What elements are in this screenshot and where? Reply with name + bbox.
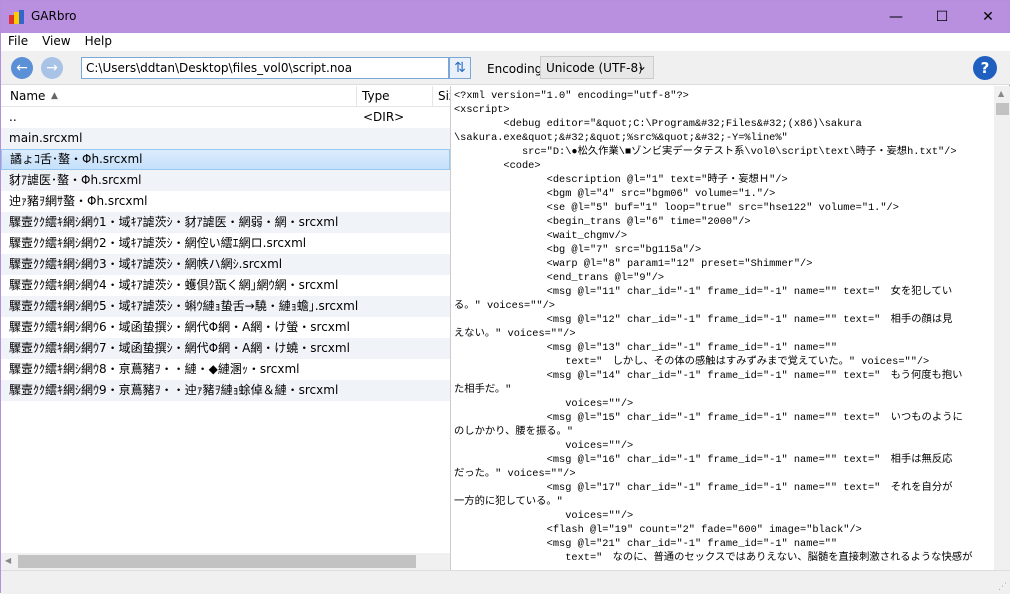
menu-file[interactable]: File: [1, 33, 35, 49]
code-line: <msg @l="15" char_id="-1" frame_id="-1" …: [454, 412, 963, 424]
file-name: 豺ｱ謔医･螯・Φh.srcxml: [9, 173, 142, 187]
scroll-left-icon[interactable]: ◀: [5, 556, 11, 565]
column-size[interactable]: Siz: [438, 89, 450, 103]
scrollbar-thumb[interactable]: [996, 103, 1009, 115]
file-row[interactable]: .. <DIR>: [1, 107, 450, 128]
menu-view[interactable]: View: [35, 33, 77, 49]
app-icon: [9, 10, 24, 24]
code-line: <end_trans @l="9"/>: [454, 272, 665, 284]
menu-bar: File View Help: [1, 33, 1010, 51]
code-line: <bg @l="7" src="bg115a"/>: [454, 244, 702, 256]
file-row[interactable]: 驟壼ｸｸ繧ｷ網ｼ網ｳ8・亰蔦豬ｦ・・縺・◆縺溷ｯ・srcxml: [1, 359, 450, 380]
file-row[interactable]: 豺ｱ謔医･螯・Φh.srcxml: [1, 170, 450, 191]
code-line: src="D:\●松久作業\■ゾンビ実データテスト系\vol0\script\t…: [454, 146, 957, 158]
file-row[interactable]: 譎ょｺ舌･螯・Φh.srcxml: [1, 149, 450, 170]
code-line: text=" しかし、その体の感触はすみずみまで覚えていた。" voices="…: [454, 356, 930, 368]
code-line: <msg @l="16" char_id="-1" frame_id="-1" …: [454, 454, 953, 466]
code-line: えない。" voices=""/>: [454, 328, 576, 340]
file-name: 驟壼ｸｸ繧ｷ網ｼ網ｳ7・域函蛰撰ｼ・網代Φ網・A網・け蟯・srcxml: [9, 341, 350, 355]
code-line: のしかかり、腰を振る。": [454, 426, 574, 438]
file-name: ..: [9, 110, 17, 124]
file-name: 驟壼ｸｸ繧ｷ網ｼ網ｳ8・亰蔦豬ｦ・・縺・◆縺溷ｯ・srcxml: [9, 362, 300, 376]
forward-button[interactable]: →: [41, 57, 63, 79]
file-row[interactable]: 驟壼ｸｸ繧ｷ網ｼ網ｳ9・亰蔦豬ｦ・・迚ｧ豬ｦ縺ｮ蜍倬＆縺・srcxml: [1, 380, 450, 401]
code-line: <code>: [454, 160, 541, 172]
code-line: 一方的に犯している。": [454, 496, 563, 508]
sort-ascending-icon: ▲: [51, 91, 58, 101]
toolbar: ← → C:\Users\ddtan\Desktop\files_vol0\sc…: [1, 51, 1010, 85]
code-line: \sakura.exe&quot;&#32;&quot;%src%&quot;&…: [454, 132, 788, 144]
preview-pane: <?xml version="1.0" encoding="utf-8"?> <x…: [452, 86, 1010, 570]
file-row[interactable]: 驟壼ｸｸ繧ｷ網ｼ網ｳ2・域ｷｱ謔茨ｼ・網倥い繧ｴ網ロ.srcxml: [1, 233, 450, 254]
file-row[interactable]: 驟壼ｸｸ繧ｷ網ｼ網ｳ4・域ｷｱ謔茨ｼ・蠖倶ｸ翫く網｣網ｳ網・srcxml: [1, 275, 450, 296]
file-row[interactable]: 驟壼ｸｸ繧ｷ網ｼ網ｳ3・域ｷｱ謔茨ｼ・網帙ハ網ｼ.srcxml: [1, 254, 450, 275]
menu-help[interactable]: Help: [78, 33, 119, 49]
file-row[interactable]: 驟壼ｸｸ繧ｷ網ｼ網ｳ7・域函蛰撰ｼ・網代Φ網・A網・け蟯・srcxml: [1, 338, 450, 359]
help-button[interactable]: ?: [973, 56, 997, 80]
encoding-value: Unicode (UTF-8): [546, 61, 643, 75]
file-row[interactable]: main.srcxml: [1, 128, 450, 149]
scroll-up-icon[interactable]: ▲: [998, 89, 1004, 98]
back-button[interactable]: ←: [11, 57, 33, 79]
code-line: <xscript>: [454, 104, 510, 116]
list-header: Name ▲ Type Siz: [1, 86, 450, 107]
file-name: 驟壼ｸｸ繧ｷ網ｼ網ｳ9・亰蔦豬ｦ・・迚ｧ豬ｦ縺ｮ蜍倬＆縺・srcxml: [9, 383, 339, 397]
file-name: 驟壼ｸｸ繧ｷ網ｼ網ｳ4・域ｷｱ謔茨ｼ・蠖倶ｸ翫く網｣網ｳ網・srcxml: [9, 278, 339, 292]
code-line: <se @l="5" buf="1" loop="true" src="hse1…: [454, 202, 899, 214]
encoding-select[interactable]: Unicode (UTF-8) ⌄: [540, 56, 654, 79]
code-line: だった。" voices=""/>: [454, 468, 576, 480]
maximize-button[interactable]: ☐: [919, 1, 965, 33]
code-line: <msg @l="12" char_id="-1" frame_id="-1" …: [454, 314, 953, 326]
window-title: GARbro: [31, 9, 77, 23]
file-name: main.srcxml: [9, 131, 83, 145]
code-line: voices=""/>: [454, 440, 634, 452]
file-name: 驟壼ｸｸ繧ｷ網ｼ網ｳ6・域函蛰撰ｼ・網代Φ網・A網・け螢・srcxml: [9, 320, 350, 334]
path-input[interactable]: C:\Users\ddtan\Desktop\files_vol0\script…: [81, 57, 449, 79]
text-preview: <?xml version="1.0" encoding="utf-8"?> <x…: [452, 86, 1010, 565]
close-button[interactable]: ✕: [965, 1, 1010, 33]
file-list: Name ▲ Type Siz .. <DIR> main.srcxml 譎ょｺ舌･螯…: [1, 86, 451, 570]
code-line: <msg @l="14" char_id="-1" frame_id="-1" …: [454, 370, 963, 382]
file-name: 驟壼ｸｸ繧ｷ網ｼ網ｳ3・域ｷｱ謔茨ｼ・網帙ハ網ｼ.srcxml: [9, 257, 283, 271]
title-bar: GARbro — ☐ ✕: [1, 1, 1010, 33]
file-type: <DIR>: [363, 110, 405, 124]
code-line: <wait_chgmv/>: [454, 230, 628, 242]
code-line: <msg @l="17" char_id="-1" frame_id="-1" …: [454, 482, 953, 494]
code-line: <begin_trans @l="6" time="2000"/>: [454, 216, 751, 228]
file-name: 迚ｧ豬ｦ網ｻ螯・Φh.srcxml: [9, 194, 148, 208]
status-bar: ⋰: [1, 570, 1010, 594]
file-name: 驟壼ｸｸ繧ｷ網ｼ網ｳ1・域ｷｱ謔茨ｼ・豺ｱ謔医・網弱・網・srcxml: [9, 215, 339, 229]
horizontal-scrollbar[interactable]: ◀: [1, 553, 450, 570]
code-line: <warp @l="8" param1="12" preset="Shimmer…: [454, 258, 813, 270]
code-line: text=" なのに、普通のセックスではありえない、脳髄を直接刺激されるような快…: [454, 552, 973, 564]
vertical-scrollbar[interactable]: ▲: [994, 86, 1010, 570]
minimize-button[interactable]: —: [873, 1, 919, 33]
code-line: <msg @l="21" char_id="-1" frame_id="-1" …: [454, 538, 838, 550]
file-row[interactable]: 驟壼ｸｸ繧ｷ網ｼ網ｳ5・域ｷｱ謔茨ｼ・蝌ｳ縺ｮ蛰舌→驍・縺ｮ蟾｣.srcxml: [1, 296, 450, 317]
column-name[interactable]: Name: [10, 89, 45, 103]
code-line: <bgm @l="4" src="bgm06" volume="1."/>: [454, 188, 776, 200]
file-row[interactable]: 驟壼ｸｸ繧ｷ網ｼ網ｳ6・域函蛰撰ｼ・網代Φ網・A網・け螢・srcxml: [1, 317, 450, 338]
refresh-icon[interactable]: ⇅: [449, 57, 471, 79]
column-type[interactable]: Type: [362, 89, 390, 103]
code-line: <?xml version="1.0" encoding="utf-8"?>: [454, 90, 689, 102]
resize-grip-icon[interactable]: ⋰: [998, 582, 1007, 592]
file-name: 驟壼ｸｸ繧ｷ網ｼ網ｳ2・域ｷｱ謔茨ｼ・網倥い繧ｴ網ロ.srcxml: [9, 236, 307, 250]
file-row[interactable]: 驟壼ｸｸ繧ｷ網ｼ網ｳ1・域ｷｱ謔茨ｼ・豺ｱ謔医・網弱・網・srcxml: [1, 212, 450, 233]
encoding-label: Encoding: [487, 62, 543, 76]
code-line: <msg @l="13" char_id="-1" frame_id="-1" …: [454, 342, 838, 354]
file-row[interactable]: 迚ｧ豬ｦ網ｻ螯・Φh.srcxml: [1, 191, 450, 212]
code-line: voices=""/>: [454, 510, 634, 522]
file-name: 譎ょｺ舌･螯・Φh.srcxml: [10, 152, 143, 166]
file-name: 驟壼ｸｸ繧ｷ網ｼ網ｳ5・域ｷｱ謔茨ｼ・蝌ｳ縺ｮ蛰舌→驍・縺ｮ蟾｣.srcxml: [9, 299, 359, 313]
code-line: た相手だ。": [454, 384, 512, 396]
chevron-down-icon: ⌄: [636, 59, 647, 73]
code-line: <flash @l="19" count="2" fade="600" imag…: [454, 524, 862, 536]
code-line: <msg @l="11" char_id="-1" frame_id="-1" …: [454, 286, 953, 298]
code-line: <description @l="1" text="時子・妄想Ｈ"/>: [454, 174, 788, 186]
code-line: る。" voices=""/>: [454, 300, 555, 312]
scrollbar-thumb[interactable]: [18, 555, 416, 568]
code-line: voices=""/>: [454, 398, 634, 410]
code-line: <debug editor="&quot;C:\Program&#32;File…: [454, 118, 862, 130]
